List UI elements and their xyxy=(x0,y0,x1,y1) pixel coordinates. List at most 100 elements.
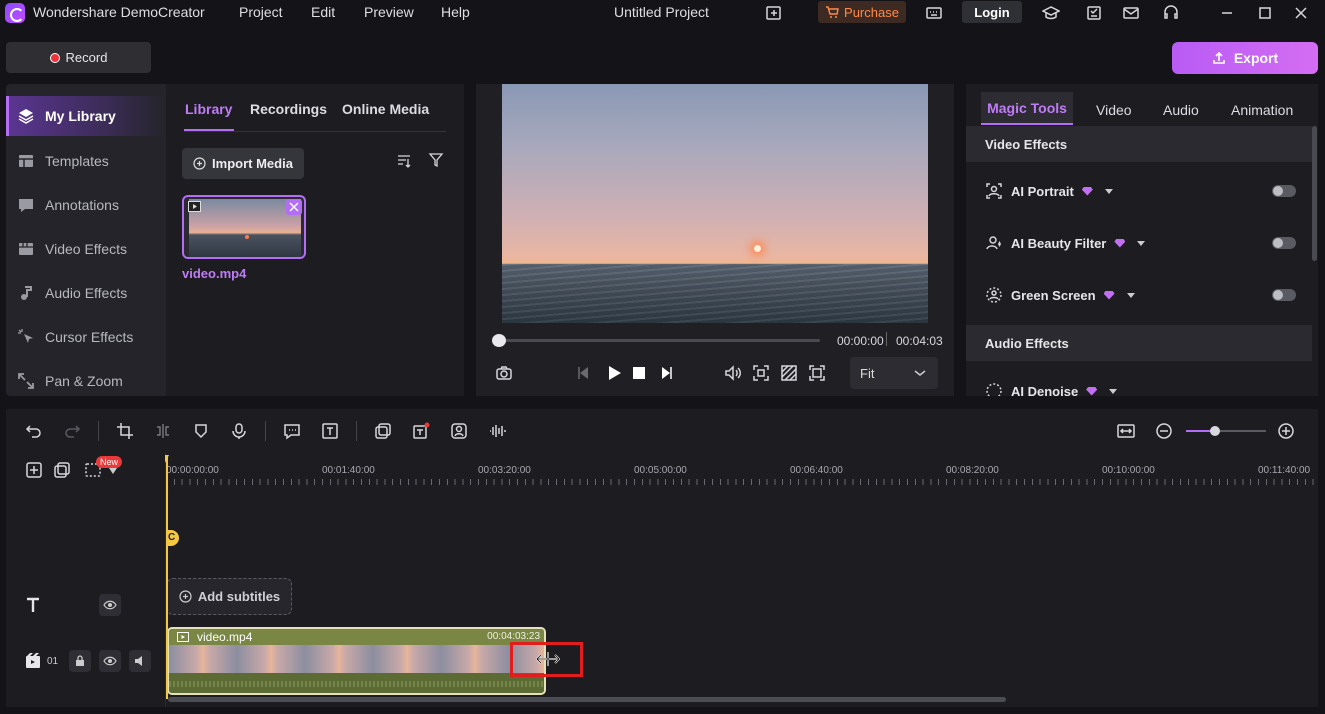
split-icon[interactable] xyxy=(154,422,172,440)
sticker-icon[interactable] xyxy=(374,422,392,440)
menu-help[interactable]: Help xyxy=(441,4,470,20)
green-screen-toggle[interactable] xyxy=(1272,289,1296,301)
track-visibility-button[interactable] xyxy=(99,650,121,672)
volume-icon[interactable] xyxy=(724,364,742,382)
marker-shield-icon[interactable] xyxy=(192,422,210,440)
tab-audio[interactable]: Audio xyxy=(1163,102,1199,118)
ai-avatar-icon[interactable] xyxy=(450,422,468,440)
playback-progress-bar[interactable] xyxy=(492,334,820,347)
video-effects-icon xyxy=(19,243,33,255)
filter-icon[interactable] xyxy=(428,152,444,168)
video-clip[interactable]: video.mp4 00:04:03:23 xyxy=(167,627,546,695)
caret-down-icon[interactable] xyxy=(1126,292,1135,298)
tab-magic-tools[interactable]: Magic Tools xyxy=(981,92,1073,125)
tab-animation[interactable]: Animation xyxy=(1231,102,1293,118)
support-icon[interactable] xyxy=(1162,4,1180,22)
zoom-out-icon[interactable] xyxy=(1155,422,1173,440)
library-panel: Library Recordings Online Media Import M… xyxy=(166,84,464,396)
playhead-marker[interactable]: C xyxy=(166,530,179,546)
effect-ai-beauty-filter[interactable]: AI Beauty Filter xyxy=(985,233,1146,253)
fit-dropdown[interactable]: Fit xyxy=(850,357,938,389)
zoom-in-icon[interactable] xyxy=(1277,422,1295,440)
copy-track-icon[interactable] xyxy=(53,461,71,479)
progress-knob[interactable] xyxy=(492,334,506,347)
annotation-icon xyxy=(19,199,33,212)
sidebar-item-annotations[interactable]: Annotations xyxy=(6,185,166,225)
tab-library[interactable]: Library xyxy=(185,101,232,117)
fit-timeline-icon[interactable] xyxy=(1117,422,1135,440)
sidebar-item-templates[interactable]: Templates xyxy=(6,141,166,181)
add-track-icon[interactable] xyxy=(25,461,43,479)
project-title: Untitled Project xyxy=(614,4,709,20)
previous-frame-icon[interactable] xyxy=(575,364,593,382)
record-button[interactable]: Record xyxy=(6,42,151,73)
zoom-slider-knob[interactable] xyxy=(1210,426,1220,436)
caption-bubble-icon[interactable] xyxy=(283,422,301,440)
tutorial-icon[interactable] xyxy=(1042,4,1060,22)
caret-down-icon[interactable] xyxy=(1104,188,1113,194)
import-media-button[interactable]: Import Media xyxy=(182,148,304,179)
maximize-icon[interactable] xyxy=(1256,4,1274,22)
menu-preview[interactable]: Preview xyxy=(364,4,414,20)
undo-icon[interactable] xyxy=(25,422,43,440)
lock-track-button[interactable] xyxy=(69,650,91,672)
sidebar-item-video-effects[interactable]: Video Effects xyxy=(6,229,166,269)
feedback-icon[interactable] xyxy=(765,4,783,22)
sidebar: My Library Templates Annotations Video E… xyxy=(6,84,166,396)
timeline-scrollbar[interactable] xyxy=(168,697,1006,702)
media-thumbnail[interactable] xyxy=(182,195,306,259)
add-subtitles-button[interactable]: Add subtitles xyxy=(167,578,292,615)
playhead[interactable] xyxy=(165,455,169,699)
tab-video[interactable]: Video xyxy=(1096,102,1132,118)
next-frame-icon[interactable] xyxy=(657,364,675,382)
stop-icon[interactable] xyxy=(630,364,648,382)
play-icon[interactable] xyxy=(605,364,623,382)
ai-portrait-toggle[interactable] xyxy=(1272,185,1296,197)
sidebar-item-audio-effects[interactable]: Audio Effects xyxy=(6,273,166,313)
sort-icon[interactable] xyxy=(396,153,412,169)
ai-beauty-filter-toggle[interactable] xyxy=(1272,237,1296,249)
effect-green-screen[interactable]: Green Screen xyxy=(985,285,1135,305)
text-box-icon[interactable] xyxy=(321,422,339,440)
sidebar-item-cursor-effects[interactable]: Cursor Effects xyxy=(6,317,166,357)
keyboard-icon[interactable] xyxy=(925,4,943,22)
crop-region-icon[interactable] xyxy=(752,364,770,382)
menu-edit[interactable]: Edit xyxy=(311,4,335,20)
ruler-label: 00:08:20:00 xyxy=(946,465,999,476)
track-headers: 01 xyxy=(6,453,166,707)
mail-icon[interactable] xyxy=(1122,4,1140,22)
tasks-icon[interactable] xyxy=(1085,4,1103,22)
close-icon[interactable] xyxy=(1292,4,1310,22)
microphone-icon[interactable] xyxy=(230,422,248,440)
sidebar-item-pan-zoom[interactable]: Pan & Zoom xyxy=(6,361,166,396)
redo-icon[interactable] xyxy=(63,422,81,440)
zoom-slider[interactable] xyxy=(1186,426,1266,436)
purchase-button[interactable]: Purchase xyxy=(818,1,906,23)
caret-down-icon[interactable] xyxy=(1109,388,1118,394)
menu-project[interactable]: Project xyxy=(239,4,283,20)
minimize-icon[interactable] xyxy=(1218,4,1236,22)
total-time: 00:04:03 xyxy=(896,334,943,348)
crop-icon[interactable] xyxy=(116,422,134,440)
login-button[interactable]: Login xyxy=(962,1,1022,23)
snapshot-icon[interactable] xyxy=(495,364,513,382)
sidebar-item-my-library[interactable]: My Library xyxy=(6,96,166,136)
effect-ai-portrait[interactable]: AI Portrait xyxy=(985,181,1113,201)
fullscreen-icon[interactable] xyxy=(808,364,826,382)
effect-ai-denoise[interactable]: AI Denoise xyxy=(985,381,1118,396)
ai-denoise-icon xyxy=(986,383,1002,396)
video-preview[interactable] xyxy=(502,84,928,323)
clip-frames xyxy=(169,645,544,673)
subtitle-visibility-button[interactable] xyxy=(99,594,121,616)
scrollbar[interactable] xyxy=(1312,126,1317,261)
edit-cut-icon[interactable] xyxy=(286,199,302,215)
tab-online-media[interactable]: Online Media xyxy=(342,101,429,117)
mute-track-button[interactable] xyxy=(129,650,151,672)
caret-down-icon[interactable] xyxy=(1137,240,1146,246)
mask-icon[interactable] xyxy=(780,364,798,382)
caret-down-icon[interactable] xyxy=(109,468,117,474)
auto-caption-icon[interactable] xyxy=(412,422,430,440)
tab-recordings[interactable]: Recordings xyxy=(250,101,327,117)
audio-wave-icon[interactable] xyxy=(488,422,506,440)
export-button[interactable]: Export xyxy=(1172,42,1318,74)
